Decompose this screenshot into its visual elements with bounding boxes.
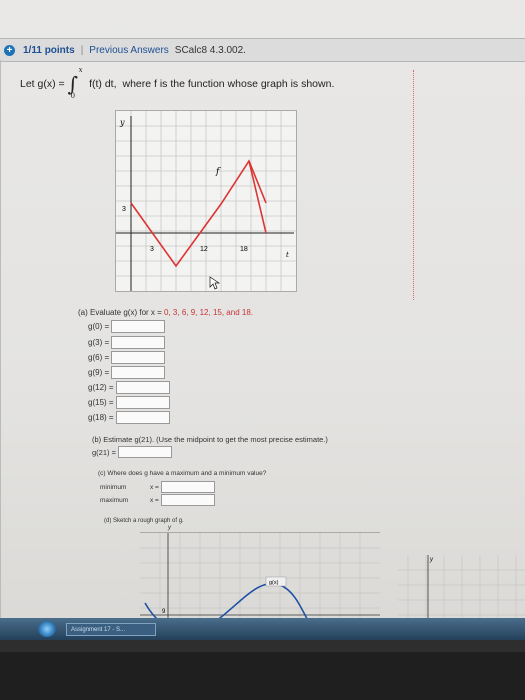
maximum-row: maximum x = <box>100 494 215 506</box>
prompt-let: Let g(x) = <box>20 78 65 90</box>
input-g6[interactable] <box>111 351 166 364</box>
lower-limit: 0 <box>70 92 76 100</box>
header-separator: | <box>80 44 84 56</box>
minimum-x-label: x = <box>150 483 159 491</box>
mouse-cursor-icon <box>209 276 221 290</box>
maximum-x-label: x = <box>150 496 159 504</box>
g-curve-label: g(x) <box>269 580 279 586</box>
graph-y-label: y <box>119 118 125 127</box>
input-g12[interactable] <box>115 381 170 394</box>
input-g18[interactable] <box>115 411 170 424</box>
input-g15[interactable] <box>115 396 170 409</box>
answer-row-g18: g(18) = <box>88 411 170 424</box>
answer-row-g12: g(12) = <box>88 381 170 394</box>
part-a-question: (a) Evaluate g(x) for x = 0, 3, 6, 9, 12… <box>78 308 253 317</box>
maximum-label: maximum <box>100 496 129 504</box>
graph-f-label: f <box>215 167 221 177</box>
part-a-values: 0, 3, 6, 9, 12, 15, and 18. <box>164 308 253 317</box>
graph-y-tick: 3 <box>122 206 126 213</box>
input-minimum-x[interactable] <box>160 481 215 493</box>
sketch-y-label: y <box>168 525 171 531</box>
answer-row-g3: g(3) = <box>88 336 166 349</box>
input-g21[interactable] <box>117 446 172 458</box>
answer-row-g9: g(9) = <box>88 366 166 379</box>
label-g21: g(21) = <box>92 447 116 457</box>
graph-x-tick-18: 18 <box>240 246 248 253</box>
upper-limit: x <box>78 66 83 74</box>
graph-x-tick-3: 3 <box>150 246 154 253</box>
label-g0: g(0) = <box>88 322 110 331</box>
input-maximum-x[interactable] <box>160 494 215 506</box>
right-y-label: y <box>429 557 434 563</box>
function-graph: y f t 3 3 12 18 <box>115 110 297 292</box>
label-g18: g(18) = <box>88 413 114 422</box>
browser-page: + 1/11 points | Previous Answers SCalc8 … <box>0 0 525 640</box>
sketch-tick-9: 9 <box>162 609 166 615</box>
prompt-integrand: f(t) dt, <box>89 78 117 90</box>
minimum-row: minimum x = <box>100 481 215 493</box>
integral-sign: ∫ x 0 <box>67 66 83 100</box>
expand-plus-icon[interactable]: + <box>4 44 15 56</box>
grid-lines <box>116 111 296 291</box>
previous-answers-link[interactable]: Previous Answers <box>89 45 168 56</box>
input-g9[interactable] <box>111 366 166 379</box>
monitor-bezel-lower <box>0 652 525 700</box>
input-g0[interactable] <box>111 320 166 333</box>
part-a-text: (a) Evaluate g(x) for x = <box>78 308 165 317</box>
part-c-question: (c) Where does g have a maximum and a mi… <box>98 470 267 477</box>
part-d-question: (d) Sketch a rough graph of g. <box>104 518 184 524</box>
question-header: + 1/11 points | Previous Answers SCalc8 … <box>0 38 525 62</box>
dotted-border <box>303 70 414 300</box>
label-g6: g(6) = <box>88 353 110 362</box>
windows-start-icon[interactable] <box>38 621 56 637</box>
graph-t-label: t <box>286 251 289 259</box>
answer-row-g0: g(0) = <box>88 320 166 333</box>
input-g3[interactable] <box>111 336 166 349</box>
part-b-question: (b) Estimate g(21). (Use the midpoint to… <box>92 435 328 444</box>
taskbar-browser-button[interactable]: Assignment 17 - S... <box>66 623 156 636</box>
problem-code: SCalc8 4.3.002. <box>174 44 246 56</box>
label-g9: g(9) = <box>88 368 110 377</box>
label-g15: g(15) = <box>88 398 114 407</box>
answer-row-g6: g(6) = <box>88 351 166 364</box>
points-label: 1/11 points <box>23 44 75 56</box>
problem-prompt: Let g(x) = ∫ x 0 f(t) dt, where f is the f… <box>20 66 334 100</box>
answer-row-g21: g(21) = <box>92 446 172 458</box>
answer-row-g15: g(15) = <box>88 396 170 409</box>
minimum-label: minimum <box>100 483 127 491</box>
graph-x-tick-12: 12 <box>200 246 208 253</box>
left-divider <box>0 60 1 640</box>
function-graph-svg: y f t 3 3 12 18 <box>116 111 296 291</box>
label-g3: g(3) = <box>88 338 110 347</box>
label-g12: g(12) = <box>88 383 114 392</box>
